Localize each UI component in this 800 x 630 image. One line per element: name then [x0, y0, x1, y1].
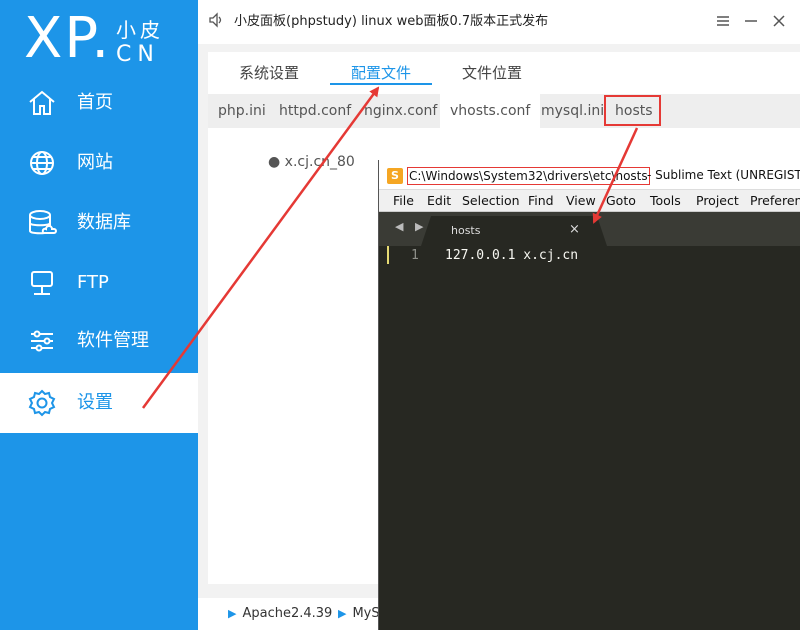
database-icon	[29, 210, 57, 235]
close-tab-icon[interactable]: ×	[569, 222, 580, 237]
sidebar-item-database[interactable]: 数据库	[0, 193, 198, 253]
menu-project[interactable]: Project	[696, 190, 739, 212]
menu-file[interactable]: File	[393, 190, 414, 212]
menu-goto[interactable]: Goto	[606, 190, 636, 212]
tab-file-location[interactable]: 文件位置	[462, 62, 522, 83]
sidebar-item-settings[interactable]: 设置	[0, 373, 198, 433]
code-line[interactable]: 127.0.0.1 x.cj.cn	[445, 248, 578, 263]
sidebar-item-home[interactable]: 首页	[0, 73, 198, 133]
menu-edit[interactable]: Edit	[427, 190, 451, 212]
home-icon	[29, 90, 55, 115]
sublime-menu-bar: File Edit Selection Find View Goto Tools…	[379, 190, 800, 212]
sidebar: XP. 小皮 CN 首页 网站 数据库 FTP 软件管理 设置	[0, 0, 198, 630]
sidebar-item-label: 设置	[77, 392, 113, 413]
ftp-server-icon	[31, 271, 53, 295]
logo-small-text: 小皮	[116, 18, 164, 42]
sliders-icon	[31, 330, 53, 352]
sublime-logo-icon: S	[387, 168, 403, 184]
subtab-httpd-conf[interactable]: httpd.conf	[269, 94, 361, 128]
menu-view[interactable]: View	[566, 190, 596, 212]
subtab-php-ini[interactable]: php.ini	[208, 94, 276, 128]
play-icon: ▶	[228, 607, 237, 620]
sidebar-item-label: 软件管理	[77, 330, 149, 351]
line-number: 1	[411, 248, 419, 263]
sidebar-item-label: 首页	[77, 92, 113, 113]
sublime-tab-bar: ◀ ▶ hosts ×	[379, 212, 800, 246]
settings-tabs: 系统设置 配置文件 文件位置	[208, 52, 800, 94]
play-icon: ▶	[338, 607, 347, 620]
tab-system-settings[interactable]: 系统设置	[239, 62, 299, 83]
logo: XP. 小皮 CN	[24, 6, 174, 72]
sidebar-item-label: 网站	[77, 152, 113, 173]
title-bar: 小皮面板(phpstudy) linux web面板0.7版本正式发布	[198, 0, 800, 44]
tab-config-files[interactable]: 配置文件	[351, 62, 411, 83]
subtab-vhosts-conf[interactable]: vhosts.conf	[440, 94, 541, 128]
globe-icon	[30, 151, 54, 175]
menu-find[interactable]: Find	[528, 190, 554, 212]
config-file-tabs: php.ini httpd.conf nginx.conf vhosts.con…	[208, 94, 800, 128]
menu-preferences[interactable]: Preferen	[750, 190, 800, 212]
modified-line-marker	[387, 246, 389, 264]
close-icon[interactable]	[768, 10, 790, 32]
announcement-text[interactable]: 小皮面板(phpstudy) linux web面板0.7版本正式发布	[234, 0, 548, 44]
status-mysql-label: MyS	[352, 606, 380, 621]
sidebar-item-label: FTP	[77, 272, 109, 293]
file-tab-label: hosts	[451, 224, 481, 237]
gear-icon	[28, 389, 56, 417]
logo-cn: CN	[116, 42, 160, 67]
sidebar-item-label: 数据库	[77, 212, 131, 233]
logo-xp: XP.	[24, 6, 112, 71]
active-tab-indicator	[330, 83, 432, 85]
status-mysql[interactable]: ▶ MyS	[338, 606, 380, 621]
sidebar-item-software[interactable]: 软件管理	[0, 311, 198, 371]
sidebar-item-website[interactable]: 网站	[0, 133, 198, 193]
minimize-icon[interactable]	[740, 10, 762, 32]
speaker-icon[interactable]	[208, 12, 224, 28]
hosts-highlight-box	[604, 95, 661, 126]
sidebar-item-ftp[interactable]: FTP	[0, 253, 198, 313]
menu-icon[interactable]	[712, 10, 734, 32]
sublime-window: S C:\Windows\System32\drivers\etc\hosts …	[378, 160, 800, 630]
file-path: C:\Windows\System32\drivers\etc\hosts	[407, 167, 650, 185]
menu-selection[interactable]: Selection	[462, 190, 520, 212]
menu-tools[interactable]: Tools	[650, 190, 681, 212]
status-apache[interactable]: ▶ Apache2.4.39	[228, 606, 332, 621]
status-apache-label: Apache2.4.39	[242, 606, 333, 621]
vhost-entry[interactable]: ● x.cj.cn_80	[268, 154, 355, 170]
sublime-title-text: - Sublime Text (UNREGISTE	[647, 168, 800, 182]
subtab-nginx-conf[interactable]: nginx.conf	[354, 94, 447, 128]
subtab-mysql-ini[interactable]: mysql.ini	[531, 94, 614, 128]
file-tab-hosts[interactable]: hosts ×	[421, 216, 607, 246]
sublime-title-bar: S C:\Windows\System32\drivers\etc\hosts …	[379, 160, 800, 190]
